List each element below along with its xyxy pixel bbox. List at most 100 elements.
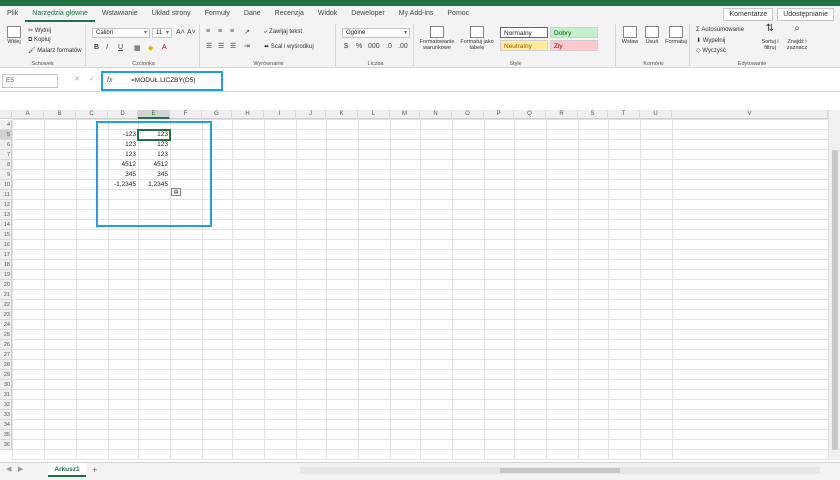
tab-data[interactable]: Dane (237, 6, 268, 22)
row-header[interactable]: 25 (0, 330, 12, 340)
row-header[interactable]: 5 (0, 130, 12, 140)
row-header[interactable]: 28 (0, 360, 12, 370)
fill-button[interactable]: ⬇ Wypełnij (696, 37, 725, 44)
style-bad[interactable]: Zły (550, 40, 598, 51)
find-select-button[interactable]: ⌕ Znajdź i zaznacz (784, 24, 810, 52)
column-header[interactable]: A (12, 110, 44, 119)
horizontal-scroll-thumb[interactable] (500, 468, 620, 473)
tab-help[interactable]: Pomoc (440, 6, 476, 22)
sheet-prev-icon[interactable]: ◀ (6, 465, 11, 473)
row-header[interactable]: 22 (0, 300, 12, 310)
name-box[interactable]: E5 (2, 74, 58, 88)
row-header[interactable]: 10 (0, 180, 12, 190)
paste-button[interactable]: Wklej (4, 26, 24, 45)
sort-filter-button[interactable]: ⇅ Sortuj i filtruj (758, 24, 782, 52)
insert-function-icon[interactable]: fx (107, 77, 112, 84)
row-header[interactable]: 17 (0, 250, 12, 260)
row-header[interactable]: 15 (0, 230, 12, 240)
borders-icon[interactable]: ▦ (134, 44, 141, 52)
align-right-icon[interactable]: ☰ (230, 42, 236, 50)
indent-icon[interactable]: ⇥ (244, 42, 250, 50)
row-header[interactable]: 7 (0, 150, 12, 160)
insert-button[interactable]: Wstaw (620, 26, 640, 45)
cancel-icon[interactable]: ✕ (74, 75, 80, 83)
column-header[interactable]: G (202, 110, 232, 119)
format-painter-button[interactable]: 🖌 Malarz formatów (28, 47, 82, 54)
column-header[interactable]: B (44, 110, 76, 119)
row-header[interactable]: 18 (0, 260, 12, 270)
row-header[interactable]: 26 (0, 340, 12, 350)
align-left-icon[interactable]: ☰ (206, 42, 212, 50)
row-header[interactable]: 33 (0, 410, 12, 420)
column-header[interactable]: K (326, 110, 358, 119)
row-header[interactable]: 14 (0, 220, 12, 230)
tab-review[interactable]: Recenzja (268, 6, 311, 22)
tab-file[interactable]: Plik (0, 6, 25, 22)
row-header[interactable]: 13 (0, 210, 12, 220)
share-button[interactable]: Udostępnianie (777, 7, 834, 21)
font-size-dropdown[interactable]: 11 (152, 28, 172, 38)
cut-button[interactable]: ✂ Wytnij (28, 27, 51, 34)
formula-input[interactable]: =MODUŁ.LICZBY(D5) (131, 77, 195, 84)
column-header[interactable]: Q (514, 110, 546, 119)
row-header[interactable]: 34 (0, 420, 12, 430)
orientation-icon[interactable]: ↗ (244, 28, 250, 36)
style-normal[interactable]: Normalny (500, 27, 548, 38)
align-bottom-icon[interactable]: ≡ (230, 28, 234, 35)
sheet-tab-arkusz1[interactable]: Arkusz1 (48, 463, 86, 477)
column-header[interactable]: F (170, 110, 202, 119)
comments-button[interactable]: Komentarze (723, 7, 774, 21)
increase-decimal-icon[interactable]: .0 (386, 43, 392, 50)
percent-icon[interactable]: % (356, 43, 362, 50)
column-header[interactable]: U (640, 110, 672, 119)
formula-input-highlight[interactable]: fx =MODUŁ.LICZBY(D5) (101, 71, 223, 91)
clear-button[interactable]: ◇ Wyczyść (696, 47, 726, 54)
bold-button[interactable]: B (94, 44, 99, 51)
row-header[interactable]: 30 (0, 380, 12, 390)
row-header[interactable]: 12 (0, 200, 12, 210)
merge-center-button[interactable]: ⬌ Scal i wyśrodkuj (264, 43, 314, 50)
format-button[interactable]: Formatuj (664, 26, 688, 45)
row-header[interactable]: 21 (0, 290, 12, 300)
row-header[interactable]: 29 (0, 370, 12, 380)
column-header[interactable]: D (108, 110, 138, 119)
style-good[interactable]: Dobry (550, 27, 598, 38)
enter-icon[interactable]: ✓ (89, 75, 95, 83)
tab-formulas[interactable]: Formuły (198, 6, 237, 22)
tab-home[interactable]: Narzędzia główne (25, 6, 95, 22)
delete-button[interactable]: Usuń (642, 26, 662, 45)
row-header[interactable]: 9 (0, 170, 12, 180)
font-shrink-icon[interactable]: A˅ (187, 29, 196, 36)
column-header[interactable]: P (484, 110, 514, 119)
conditional-formatting-button[interactable]: Formatowanie warunkowe (418, 26, 456, 51)
row-header[interactable]: 20 (0, 280, 12, 290)
font-name-dropdown[interactable]: Calibri (92, 28, 150, 38)
column-header[interactable]: V (672, 110, 828, 119)
font-color-icon[interactable]: A (162, 44, 167, 51)
horizontal-scrollbar[interactable] (300, 467, 820, 474)
row-header[interactable]: 36 (0, 440, 12, 450)
vertical-scrollbar[interactable] (828, 110, 840, 460)
row-header[interactable]: 35 (0, 430, 12, 440)
tab-page-layout[interactable]: Układ strony (145, 6, 198, 22)
column-header[interactable]: S (578, 110, 608, 119)
column-header[interactable]: M (390, 110, 420, 119)
column-header[interactable]: N (420, 110, 452, 119)
align-middle-icon[interactable]: ≡ (218, 28, 222, 35)
align-top-icon[interactable]: ≡ (206, 28, 210, 35)
style-neutral[interactable]: Neutralny (500, 40, 548, 51)
tab-developer[interactable]: Deweloper (344, 6, 391, 22)
row-header[interactable]: 4 (0, 120, 12, 130)
select-all-corner[interactable] (0, 110, 12, 119)
decrease-decimal-icon[interactable]: .00 (398, 43, 408, 50)
vertical-scroll-thumb[interactable] (832, 150, 838, 450)
italic-button[interactable]: I (106, 44, 108, 51)
row-header[interactable]: 32 (0, 400, 12, 410)
comma-icon[interactable]: 000 (368, 43, 380, 50)
sheet-next-icon[interactable]: ▶ (18, 465, 23, 473)
row-header[interactable]: 24 (0, 320, 12, 330)
row-header[interactable]: 6 (0, 140, 12, 150)
currency-icon[interactable]: $ (344, 43, 348, 50)
column-header[interactable]: R (546, 110, 578, 119)
row-header[interactable]: 16 (0, 240, 12, 250)
